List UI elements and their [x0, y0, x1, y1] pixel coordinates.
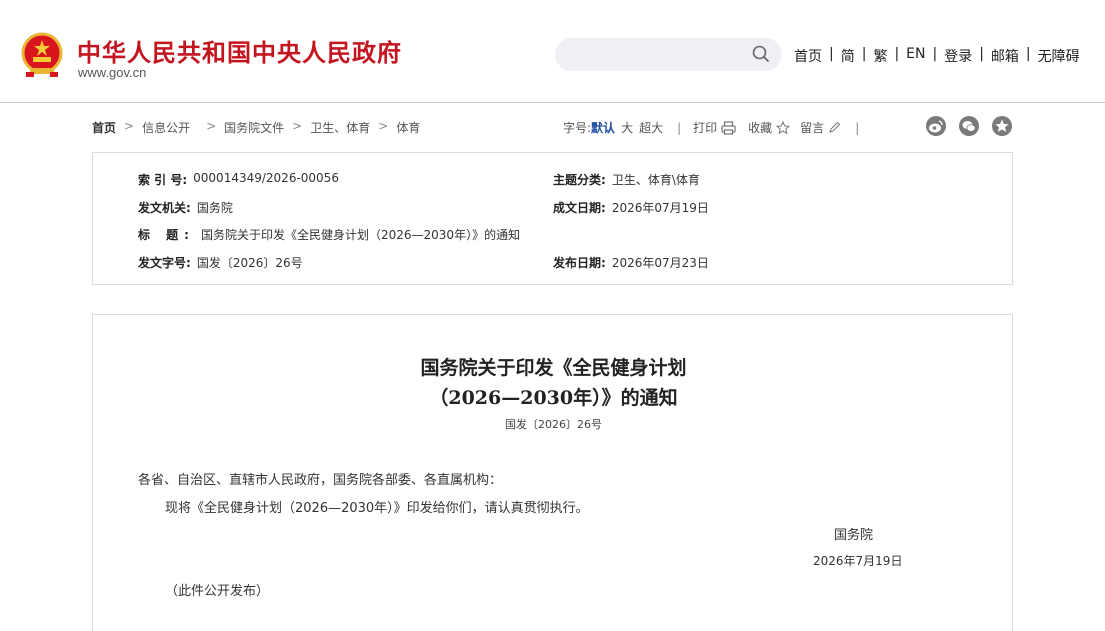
meta-publish-date-label: 发布日期:	[553, 256, 606, 270]
meta-index-label: 索 引 号:	[138, 173, 188, 187]
meta-title-row: 标 题: 国务院关于印发《全民健身计划（2026—2030年）》的通知	[138, 226, 520, 243]
font-default-option[interactable]: 默认	[591, 119, 615, 136]
document-body: 国务院关于印发《全民健身计划 （2026—2030年）》的通知 国发〔2026〕…	[92, 314, 1013, 631]
font-size-label: 字号:	[563, 121, 592, 135]
meta-issuer-value: 国务院	[196, 201, 233, 215]
nav-separator: |	[1025, 46, 1031, 62]
nav-english-link[interactable]: EN	[906, 46, 925, 66]
nav-separator: |	[979, 46, 984, 62]
wechat-icon[interactable]	[959, 116, 979, 136]
page-tools: 字号: 默认 大 超大 | 打印 收藏 留言 |	[563, 119, 871, 136]
document-salutation: 各省、自治区、直辖市人民政府，国务院各部委、各直属机构：	[138, 473, 503, 488]
document-number: 国发〔2026〕26号	[505, 418, 602, 431]
breadcrumb-info-disclosure[interactable]: 信息公开	[142, 119, 190, 136]
breadcrumb-sports[interactable]: 体育	[396, 119, 420, 136]
nav-home-link[interactable]: 首页	[794, 46, 822, 66]
breadcrumb-separator: >	[292, 119, 303, 133]
meta-issuer-row: 发文机关: 国务院	[138, 199, 233, 216]
font-large-option[interactable]: 大	[621, 119, 633, 136]
document-paragraph: 现将《全民健身计划（2026—2030年）》印发给你们，请认真贯彻执行。	[165, 501, 589, 516]
document-title-line2: （2026—2030年）》的通知	[429, 387, 678, 409]
document-note: （此件公开发布）	[165, 584, 270, 599]
meta-written-date-label: 成文日期:	[553, 201, 606, 215]
meta-index-value: 000014349/2026-00056	[193, 171, 339, 185]
font-xlarge-option[interactable]: 超大	[639, 119, 663, 136]
meta-doc-number-label: 发文字号:	[138, 256, 191, 270]
nav-accessibility-link[interactable]: 无障碍	[1038, 46, 1080, 66]
meta-written-date-value: 2026年07月19日	[611, 201, 709, 215]
meta-publish-date-value: 2026年07月23日	[611, 256, 709, 270]
document-date: 2026年7月19日	[813, 554, 903, 568]
meta-issuer-label: 发文机关:	[138, 201, 191, 215]
weibo-icon[interactable]	[926, 116, 946, 136]
nav-separator: |	[932, 46, 938, 62]
breadcrumb-separator: >	[124, 119, 135, 133]
site-url[interactable]: www.gov.cn	[78, 65, 146, 80]
breadcrumb-separator: >	[206, 119, 217, 133]
nav-login-link[interactable]: 登录	[944, 46, 972, 66]
site-title[interactable]: 中华人民共和国中央人民政府	[77, 33, 402, 68]
print-icon[interactable]	[721, 120, 736, 135]
comment-button[interactable]: 留言	[800, 119, 824, 136]
meta-written-date-row: 成文日期: 2026年07月19日	[553, 199, 709, 216]
meta-topic-value: 卫生、体育\体育	[611, 173, 700, 187]
meta-doc-number-value: 国发〔2026〕26号	[196, 256, 303, 270]
meta-index-row: 索 引 号: 000014349/2026-00056	[138, 171, 339, 188]
print-button[interactable]: 打印	[693, 119, 717, 136]
nav-separator: |	[894, 46, 900, 62]
breadcrumb-health-sports[interactable]: 卫生、体育	[310, 119, 370, 136]
search-icon[interactable]	[752, 45, 770, 63]
meta-topic-row: 主题分类: 卫生、体育\体育	[553, 171, 700, 188]
nav-separator: |	[861, 46, 867, 62]
meta-doc-number-row: 发文字号: 国发〔2026〕26号	[138, 254, 303, 271]
breadcrumb-separator: >	[378, 119, 389, 133]
star-icon[interactable]	[776, 121, 791, 134]
qzone-icon[interactable]	[992, 116, 1012, 136]
meta-topic-label: 主题分类:	[553, 173, 606, 187]
document-metadata: 索 引 号: 000014349/2026-00056 主题分类: 卫生、体育\…	[92, 152, 1013, 285]
breadcrumb-state-council-docs[interactable]: 国务院文件	[224, 119, 284, 136]
nav-simplified-link[interactable]: 简	[841, 46, 855, 66]
nav-mailbox-link[interactable]: 邮箱	[991, 46, 1019, 66]
favorite-button[interactable]: 收藏	[748, 119, 772, 136]
tools-divider: |	[855, 120, 860, 135]
nav-traditional-link[interactable]: 繁	[873, 46, 887, 66]
meta-title-label: 标 题:	[138, 228, 195, 242]
nav-separator: |	[829, 46, 834, 62]
breadcrumb-home[interactable]: 首页	[92, 119, 116, 136]
meta-title-value: 国务院关于印发《全民健身计划（2026—2030年）》的通知	[200, 228, 521, 242]
top-nav: 首页 | 简 | 繁 | EN | 登录 | 邮箱 | 无障碍	[794, 46, 1080, 66]
pen-icon[interactable]	[828, 121, 841, 134]
tools-divider: |	[677, 120, 682, 135]
search-input[interactable]	[555, 38, 782, 71]
document-signer: 国务院	[834, 528, 874, 543]
meta-publish-date-row: 发布日期: 2026年07月23日	[553, 254, 709, 271]
site-header: 中华人民共和国中央人民政府 www.gov.cn 首页 | 简 | 繁 | EN…	[0, 0, 1105, 103]
national-emblem-icon[interactable]	[20, 32, 64, 78]
document-title-line1: 国务院关于印发《全民健身计划	[420, 357, 687, 379]
breadcrumb: 首页 > 信息公开 > 国务院文件 > 卫生、体育 > 体育	[92, 119, 420, 136]
